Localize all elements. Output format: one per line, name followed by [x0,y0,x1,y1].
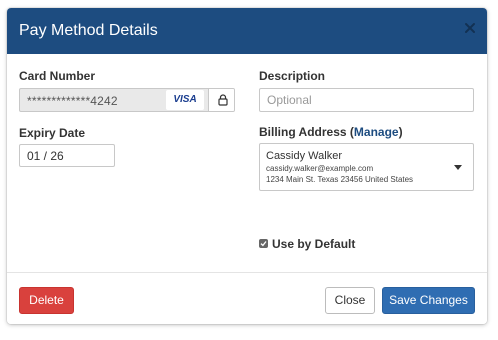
card-number-field: *************4242 VISA [19,88,235,112]
check-icon [260,241,267,247]
delete-button[interactable]: Delete [19,287,74,314]
chevron-down-icon [454,165,462,170]
pay-method-modal: Pay Method Details Card Number *********… [7,8,487,324]
description-label: Description [259,69,326,83]
use-by-default-label: Use by Default [272,237,356,251]
expiry-date-input[interactable] [19,144,115,167]
use-by-default-checkbox[interactable] [259,239,268,248]
save-changes-button[interactable]: Save Changes [382,287,475,314]
modal-footer: Delete Close Save Changes [7,272,487,324]
billing-street-address: 1234 Main St. Texas 23456 United States [266,175,414,184]
description-input[interactable] [259,88,474,112]
expiry-date-label: Expiry Date [19,126,86,140]
close-button[interactable]: Close [325,287,375,314]
lock-icon [218,94,228,106]
card-number-label: Card Number [19,69,96,83]
visa-logo: VISA [166,90,204,110]
billing-address-select[interactable]: Cassidy Walker cassidy.walker@example.co… [259,143,474,191]
unlock-card-button[interactable] [208,89,234,111]
manage-link[interactable]: Manage [354,125,399,139]
billing-name: Cassidy Walker [266,150,342,162]
card-number-value: *************4242 [27,94,118,108]
modal-header: Pay Method Details [7,8,487,54]
billing-email: cassidy.walker@example.com [266,164,374,173]
billing-address-label: Billing Address (Manage) [259,125,403,139]
manage-close-paren: ) [398,125,403,139]
close-icon[interactable] [463,21,477,35]
billing-address-label-text: Billing Address [259,125,347,139]
modal-title: Pay Method Details [19,22,158,39]
